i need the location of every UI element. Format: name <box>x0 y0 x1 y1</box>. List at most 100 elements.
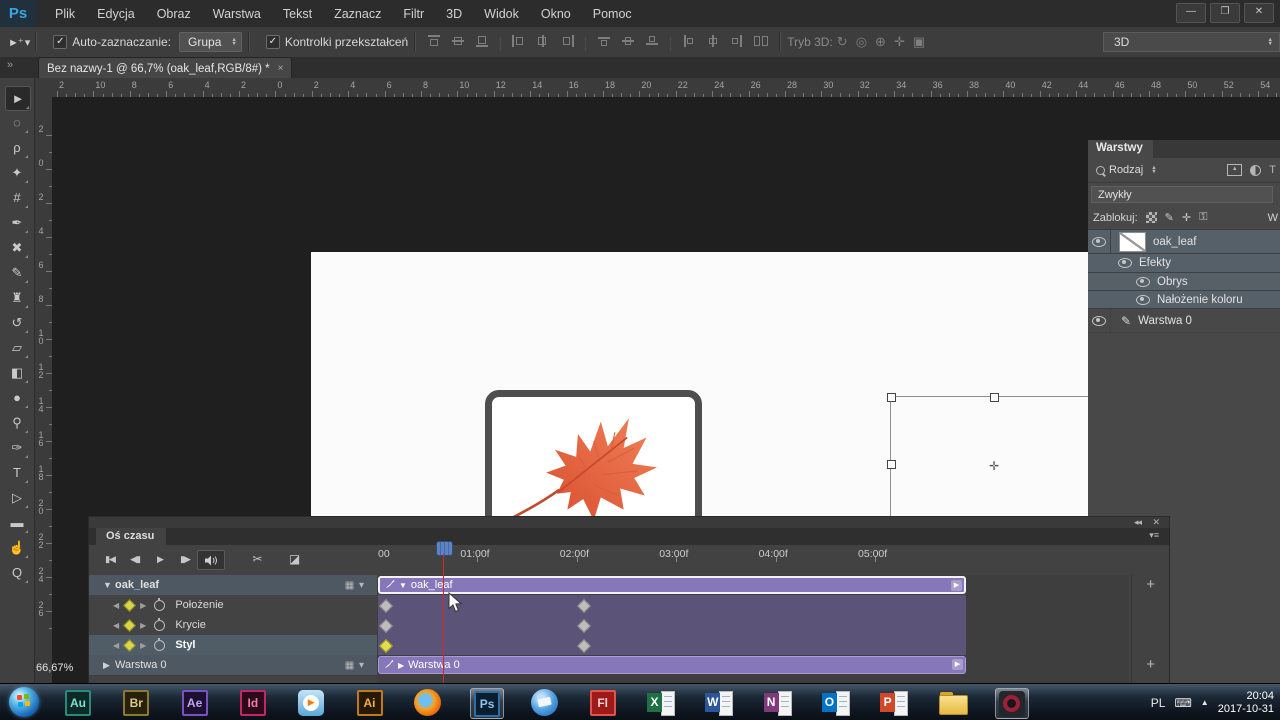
auto-select-checkbox[interactable]: ✓ <box>53 35 67 49</box>
gradient-tool[interactable]: ◧ <box>5 361 29 384</box>
go-to-first-frame-button[interactable]: ▮◀ <box>97 550 123 568</box>
clone-stamp-tool[interactable]: ♜ <box>5 286 29 309</box>
vertical-ruler[interactable]: 202468101214161820222426 <box>34 97 53 690</box>
previous-frame-button[interactable]: ◀▮ <box>122 550 148 568</box>
eyedropper-tool[interactable]: ✒ <box>5 211 29 234</box>
restore-button[interactable]: ❐ <box>1210 3 1240 23</box>
clock[interactable]: 20:04 2017-10-31 <box>1218 690 1274 716</box>
next-keyframe-icon[interactable]: ▶ <box>140 601 146 610</box>
taskbar-outlook[interactable]: O <box>820 688 852 717</box>
horizontal-ruler[interactable]: 2108642024681012141618202224262830323436… <box>52 78 1280 98</box>
lock-position-icon[interactable]: ✛ <box>1182 211 1191 224</box>
start-button[interactable] <box>9 687 39 717</box>
layer-name[interactable]: Warstwa 0 <box>1138 315 1192 327</box>
timeline-tab[interactable]: Oś czasu <box>96 528 166 545</box>
menu-okno[interactable]: Okno <box>530 2 582 26</box>
taskbar-powerpoint[interactable]: P <box>878 688 910 717</box>
transform-handle[interactable] <box>887 393 896 402</box>
menu-edycja[interactable]: Edycja <box>86 2 146 26</box>
stopwatch-icon[interactable] <box>154 640 165 651</box>
lock-pixels-icon[interactable]: ✎ <box>1165 211 1174 224</box>
visibility-cell[interactable] <box>1088 230 1111 253</box>
crop-tool[interactable]: # <box>5 186 29 209</box>
auto-select-target-dropdown[interactable]: Grupa ▲▼ <box>179 32 242 52</box>
playhead-marker[interactable] <box>436 541 453 556</box>
taskbar-ai[interactable]: Ai <box>354 688 386 717</box>
move-tool[interactable]: ► <box>5 86 31 111</box>
taskbar-ps[interactable]: Ps <box>470 688 504 719</box>
clip-end-icon[interactable]: ▶ <box>952 659 963 670</box>
taskbar-firefox[interactable] <box>412 688 444 717</box>
blend-mode-dropdown[interactable]: Zwykły <box>1091 186 1273 203</box>
filter-kind-value[interactable]: Rodzaj <box>1109 164 1143 176</box>
taskbar-id[interactable]: Id <box>237 688 269 717</box>
effect-color-overlay-label[interactable]: Nałożenie koloru <box>1157 294 1243 306</box>
taskbar-security-app[interactable] <box>995 688 1029 719</box>
zoom-tool[interactable]: Q <box>5 561 29 584</box>
marquee-tool[interactable]: ◌ <box>5 111 29 134</box>
eye-icon[interactable] <box>1092 316 1106 326</box>
menu-filtr[interactable]: Filtr <box>392 2 435 26</box>
property-track[interactable] <box>378 635 966 656</box>
transform-handle[interactable] <box>990 393 999 402</box>
prev-keyframe-icon[interactable]: ◀ <box>113 621 119 630</box>
visibility-cell[interactable] <box>1088 309 1111 332</box>
keyframe-diamond[interactable] <box>379 599 393 613</box>
track-header-Warstwa 0[interactable]: ▶Warstwa 0▦ ▾ <box>89 655 377 676</box>
taskbar-au[interactable]: Au <box>62 688 94 717</box>
add-media-button[interactable]: + <box>1146 656 1155 673</box>
property-row-Położenie[interactable]: ◀▶Położenie <box>89 595 377 616</box>
property-row-Krycie[interactable]: ◀▶Krycie <box>89 615 377 636</box>
layer-effects-row[interactable]: Efekty <box>1088 254 1280 273</box>
spot-healing-tool[interactable]: ✖ <box>5 236 29 259</box>
layers-tab[interactable]: Warstwy <box>1088 140 1153 158</box>
track-header-oak_leaf[interactable]: ▼oak_leaf▦ ▾ <box>89 575 377 596</box>
workspace-dropdown[interactable]: 3D ▲▼ <box>1103 32 1280 52</box>
add-keyframe-icon[interactable] <box>123 599 136 612</box>
audio-toggle-button[interactable] <box>197 550 225 570</box>
history-brush-tool[interactable]: ↺ <box>5 311 29 334</box>
layer-row-oak-leaf[interactable]: oak_leaf <box>1088 230 1280 254</box>
menu-3d[interactable]: 3D <box>435 2 473 26</box>
split-at-playhead-icon[interactable]: ✂ <box>244 550 270 568</box>
panel-collapse-icon[interactable]: » <box>7 59 13 71</box>
effect-stroke-label[interactable]: Obrys <box>1157 276 1188 288</box>
eraser-tool[interactable]: ▱ <box>5 336 29 359</box>
brush-tool[interactable]: ✎ <box>5 261 29 284</box>
add-keyframe-icon[interactable] <box>123 639 136 652</box>
taskbar-excel[interactable]: X <box>645 688 677 717</box>
eye-icon[interactable] <box>1118 258 1132 268</box>
menu-warstwa[interactable]: Warstwa <box>202 2 272 26</box>
prev-keyframe-icon[interactable]: ◀ <box>113 641 119 650</box>
transform-handle[interactable] <box>887 460 896 469</box>
document-tab[interactable]: Bez nazwy-1 @ 66,7% (oak_leaf,RGB/8#) * … <box>38 57 292 79</box>
keyframe-diamond[interactable] <box>577 619 591 633</box>
path-selection-tool[interactable]: ▷ <box>5 486 29 509</box>
filter-image-icon[interactable]: ▲ <box>1227 164 1242 176</box>
menu-obraz[interactable]: Obraz <box>146 2 202 26</box>
video-track-menu-icon[interactable]: ▦ ▾ <box>345 660 365 671</box>
layer-thumbnail[interactable] <box>1119 232 1146 252</box>
stopwatch-icon[interactable] <box>154 600 165 611</box>
dodge-tool[interactable]: ⚲ <box>5 411 29 434</box>
lock-all-icon[interactable]: ⚿ <box>1199 211 1207 224</box>
twirl-icon[interactable]: ▼ <box>103 580 115 590</box>
taskbar-ae[interactable]: Ae <box>179 688 211 717</box>
hand-tool[interactable]: ☝ <box>5 536 29 559</box>
twirl-icon[interactable]: ▶ <box>103 660 115 671</box>
menu-widok[interactable]: Widok <box>473 2 530 26</box>
keyframe-diamond[interactable] <box>379 619 393 633</box>
property-row-Styl[interactable]: ◀▶Styl <box>89 635 377 656</box>
transition-icon[interactable]: ◪ <box>281 550 307 568</box>
eye-icon[interactable] <box>1092 237 1106 247</box>
type-tool[interactable]: T <box>5 461 29 484</box>
close-panel-icon[interactable]: ✕ <box>1152 517 1159 528</box>
property-track[interactable] <box>378 595 966 616</box>
taskbar-fl[interactable]: Fl <box>587 688 619 717</box>
stopwatch-icon[interactable] <box>154 620 165 631</box>
menu-tekst[interactable]: Tekst <box>272 2 323 26</box>
taskbar-windows-media-player[interactable]: ▶ <box>295 688 327 717</box>
close-button[interactable]: ✕ <box>1244 3 1274 23</box>
property-track[interactable] <box>378 615 966 636</box>
tab-close-icon[interactable]: × <box>278 63 284 74</box>
